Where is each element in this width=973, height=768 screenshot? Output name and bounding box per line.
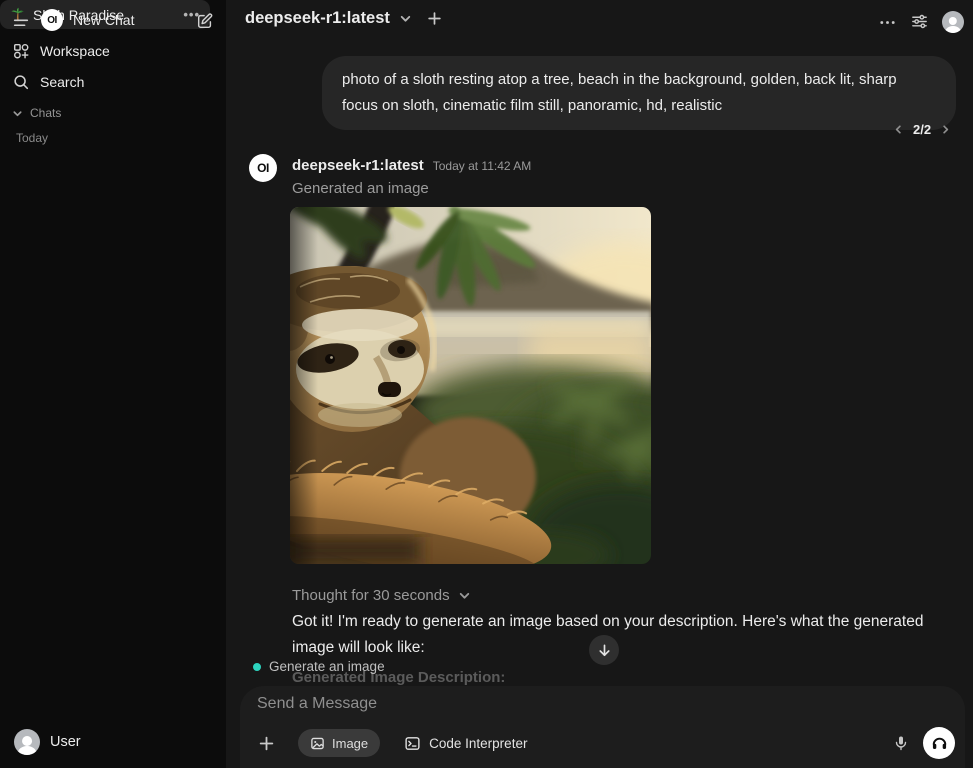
clipped-section-heading: Generated Image Description:: [292, 669, 505, 686]
headphones-icon: [931, 735, 948, 752]
ellipsis-icon: [878, 13, 897, 32]
arrow-down-icon: [597, 643, 612, 658]
chevron-down-icon: [458, 589, 471, 602]
workspace-grid-icon: [12, 42, 30, 60]
assistant-avatar: OI: [249, 154, 277, 182]
microphone-icon: [893, 735, 909, 751]
scroll-to-bottom-button[interactable]: [589, 635, 619, 665]
sliders-icon: [910, 12, 929, 31]
search-icon: [12, 73, 30, 91]
code-interpreter-toggle[interactable]: Code Interpreter: [398, 729, 533, 757]
app-logo: OI: [41, 9, 63, 31]
message-input[interactable]: Send a Message: [257, 695, 948, 713]
search-label: Search: [40, 74, 84, 90]
assistant-logo-icon: OI: [249, 154, 277, 182]
new-chat-plus-icon[interactable]: [427, 11, 442, 26]
pencil-square-icon: [196, 12, 214, 30]
assistant-model-name: deepseek-r1:latest: [292, 157, 424, 174]
composer-toolbar: Image Code Interpreter: [252, 726, 955, 760]
image-tool-toggle[interactable]: Image: [298, 729, 380, 757]
voice-call-button[interactable]: [923, 727, 955, 759]
thought-duration-toggle[interactable]: Thought for 30 seconds: [292, 587, 471, 604]
pagination-count: 2/2: [913, 122, 931, 137]
sidebar-item-search[interactable]: Search: [12, 73, 84, 91]
sidebar-toggle-button[interactable]: [12, 14, 30, 32]
sidebar-item-workspace[interactable]: Workspace: [12, 42, 110, 60]
code-interpreter-label: Code Interpreter: [429, 736, 527, 751]
message-timestamp: Today at 11:42 AM: [433, 159, 532, 173]
generated-sloth-image[interactable]: [290, 207, 651, 564]
user-message-bubble: photo of a sloth resting atop a tree, be…: [322, 56, 956, 130]
workspace-label: Workspace: [40, 43, 110, 59]
assistant-message-header: deepseek-r1:latest Today at 11:42 AM: [292, 157, 531, 174]
new-note-button[interactable]: [196, 12, 214, 30]
message-pagination: 2/2: [893, 122, 951, 137]
chats-section-toggle[interactable]: Chats: [12, 106, 61, 120]
new-chat-label: New Chat: [73, 12, 134, 28]
terminal-icon: [404, 735, 421, 752]
dictate-button[interactable]: [888, 730, 914, 756]
model-selector[interactable]: deepseek-r1:latest: [245, 9, 442, 28]
chats-section-label: Chats: [30, 106, 61, 120]
generated-image-caption: Generated an image: [292, 180, 429, 197]
chevron-right-icon[interactable]: [940, 124, 951, 135]
chevron-left-icon[interactable]: [893, 124, 904, 135]
chat-controls-button[interactable]: [910, 12, 929, 31]
user-avatar: [14, 729, 40, 755]
account-avatar-button[interactable]: [942, 11, 964, 33]
chat-overflow-menu-button[interactable]: [878, 13, 897, 32]
sloth-beach-illustration: [290, 207, 651, 564]
message-composer: Send a Message Image Code Interpreter: [240, 686, 965, 768]
chevron-down-icon: [399, 12, 412, 25]
hamburger-menu-icon: [12, 14, 30, 32]
today-group-label: Today: [16, 131, 48, 145]
sidebar: OI New Chat Workspace Search Chats Today: [0, 0, 226, 768]
user-profile-button[interactable]: User: [14, 729, 81, 755]
thought-duration-label: Thought for 30 seconds: [292, 587, 450, 604]
chevron-down-icon: [12, 108, 23, 119]
new-chat-button[interactable]: OI New Chat: [41, 9, 134, 31]
attach-button[interactable]: [252, 729, 280, 757]
plus-icon: [258, 735, 275, 752]
user-name-label: User: [50, 734, 81, 750]
status-dot: [253, 663, 261, 671]
model-name: deepseek-r1:latest: [245, 9, 390, 28]
image-icon: [310, 736, 325, 751]
account-avatar: [942, 11, 964, 33]
user-message-text: photo of a sloth resting atop a tree, be…: [342, 71, 897, 114]
image-tool-label: Image: [332, 736, 368, 751]
